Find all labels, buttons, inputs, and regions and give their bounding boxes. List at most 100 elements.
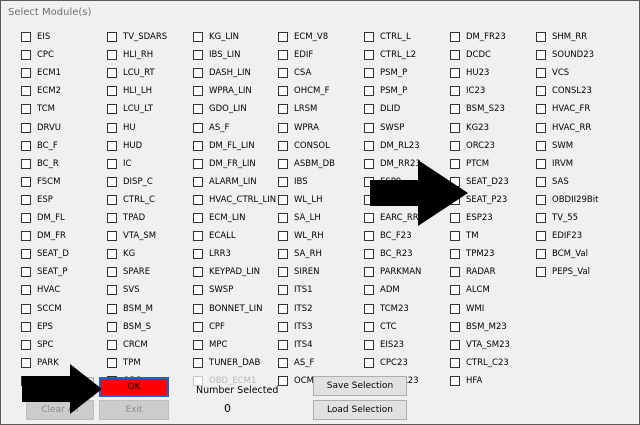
module-checkbox-fscm[interactable]: FSCM	[21, 173, 60, 191]
checkbox-square[interactable]	[278, 231, 288, 242]
module-checkbox-cpc[interactable]: CPC	[21, 46, 54, 64]
checkbox-square[interactable]	[107, 86, 117, 97]
module-checkbox-dm-fr[interactable]: DM_FR	[21, 227, 66, 245]
checkbox-square[interactable]	[278, 375, 288, 386]
module-checkbox-vcs[interactable]: VCS	[536, 64, 569, 82]
module-checkbox-lcu-lt[interactable]: LCU_LT	[107, 100, 153, 118]
module-checkbox-swsp[interactable]: SWSP	[364, 119, 404, 137]
checkbox-square[interactable]	[536, 176, 546, 187]
checkbox-square[interactable]	[450, 122, 460, 133]
module-checkbox-ctc[interactable]: CTC	[364, 318, 397, 336]
checkbox-square[interactable]	[278, 140, 288, 151]
checkbox-square[interactable]	[450, 321, 460, 332]
module-checkbox-disp-c[interactable]: DISP_C	[107, 173, 153, 191]
module-checkbox-asbm-db[interactable]: ASBM_DB	[278, 155, 335, 173]
checkbox-square[interactable]	[193, 140, 203, 151]
checkbox-square[interactable]	[364, 285, 374, 296]
checkbox-square[interactable]	[278, 86, 288, 97]
module-checkbox-ibs-lin[interactable]: IBS_LIN	[193, 46, 240, 64]
module-checkbox-edif23[interactable]: EDIF23	[536, 227, 582, 245]
module-checkbox-bc-f[interactable]: BC_F	[21, 137, 58, 155]
module-checkbox-eis[interactable]: EIS	[21, 28, 50, 46]
ok-button[interactable]: OK	[99, 377, 169, 397]
module-checkbox-eis23[interactable]: EIS23	[364, 336, 404, 354]
checkbox-square[interactable]	[107, 194, 117, 205]
checkbox-square[interactable]	[21, 285, 31, 296]
module-checkbox-psm-p[interactable]: PSM_P	[364, 82, 407, 100]
checkbox-square[interactable]	[193, 158, 203, 169]
module-checkbox-tcm23[interactable]: TCM23	[364, 300, 409, 318]
module-checkbox-wpra-lin[interactable]: WPRA_LIN	[193, 82, 252, 100]
module-checkbox-its3[interactable]: ITS3	[278, 318, 313, 336]
checkbox-square[interactable]	[450, 285, 460, 296]
module-checkbox-dm-rl23[interactable]: DM_RL23	[364, 137, 420, 155]
module-checkbox-sa-lh[interactable]: SA_LH	[278, 209, 321, 227]
module-checkbox-dm-fl[interactable]: DM_FL	[21, 209, 65, 227]
checkbox-square[interactable]	[193, 32, 203, 42]
checkbox-square[interactable]	[450, 375, 460, 386]
module-checkbox-dm-fr-lin[interactable]: DM_FR_LIN	[193, 155, 256, 173]
checkbox-square[interactable]	[107, 140, 117, 151]
module-checkbox-mpc[interactable]: MPC	[193, 336, 227, 354]
module-checkbox-spare[interactable]: SPARE	[107, 263, 150, 281]
checkbox-square[interactable]	[278, 249, 288, 260]
checkbox-square[interactable]	[450, 86, 460, 97]
module-checkbox-tm[interactable]: TM	[450, 227, 479, 245]
module-checkbox-psm-p[interactable]: PSM_P	[364, 64, 407, 82]
module-checkbox-radar[interactable]: RADAR	[450, 263, 496, 281]
checkbox-square[interactable]	[107, 357, 117, 368]
module-checkbox-csa[interactable]: CSA	[278, 64, 311, 82]
module-checkbox-tpm[interactable]: TPM	[107, 354, 141, 372]
module-checkbox-bsm-m[interactable]: BSM_M	[107, 300, 153, 318]
checkbox-square[interactable]	[364, 32, 374, 42]
module-checkbox-hvac-fr[interactable]: HVAC_FR	[536, 100, 590, 118]
module-checkbox-hli-rh[interactable]: HLI_RH	[107, 46, 153, 64]
checkbox-square[interactable]	[364, 249, 374, 260]
module-checkbox-hvac[interactable]: HVAC	[21, 281, 60, 299]
module-checkbox-irvm[interactable]: IRVM	[536, 155, 573, 173]
module-checkbox-wl-rh[interactable]: WL_RH	[278, 227, 324, 245]
checkbox-square[interactable]	[193, 122, 203, 133]
checkbox-square[interactable]	[278, 357, 288, 368]
checkbox-square[interactable]	[107, 303, 117, 314]
checkbox-square[interactable]	[364, 339, 374, 350]
module-checkbox-ecm-v8[interactable]: ECM_V8	[278, 28, 328, 46]
module-checkbox-svs[interactable]: SVS	[107, 281, 140, 299]
checkbox-square[interactable]	[364, 267, 374, 278]
checkbox-square[interactable]	[107, 68, 117, 79]
checkbox-square[interactable]	[536, 158, 546, 169]
checkbox-square[interactable]	[536, 32, 546, 42]
module-checkbox-tcm[interactable]: TCM	[21, 100, 55, 118]
module-checkbox-bc-f23[interactable]: BC_F23	[364, 227, 412, 245]
module-checkbox-hud[interactable]: HUD	[107, 137, 142, 155]
checkbox-square[interactable]	[536, 194, 546, 205]
checkbox-square[interactable]	[450, 339, 460, 350]
checkbox-square[interactable]	[21, 321, 31, 332]
module-checkbox-tv-55[interactable]: TV_55	[536, 209, 578, 227]
module-checkbox-bsm-s[interactable]: BSM_S	[107, 318, 151, 336]
module-checkbox-hli-lh[interactable]: HLI_LH	[107, 82, 152, 100]
checkbox-square[interactable]	[450, 104, 460, 115]
module-checkbox-shm-rr[interactable]: SHM_RR	[536, 28, 587, 46]
checkbox-square[interactable]	[21, 50, 31, 61]
checkbox-square[interactable]	[278, 213, 288, 223]
module-checkbox-alcm[interactable]: ALCM	[450, 281, 490, 299]
module-checkbox-bsm-s23[interactable]: BSM_S23	[450, 100, 505, 118]
module-checkbox-kg[interactable]: KG	[107, 245, 135, 263]
checkbox-square[interactable]	[450, 231, 460, 242]
checkbox-square[interactable]	[536, 249, 546, 260]
checkbox-square[interactable]	[193, 357, 203, 368]
checkbox-square[interactable]	[364, 68, 374, 79]
module-checkbox-ecm2[interactable]: ECM2	[21, 82, 61, 100]
checkbox-square[interactable]	[536, 267, 546, 278]
checkbox-square[interactable]	[193, 267, 203, 278]
module-checkbox-ctrl-c23[interactable]: CTRL_C23	[450, 354, 509, 372]
checkbox-square[interactable]	[21, 249, 31, 260]
module-checkbox-ocm[interactable]: OCM	[278, 372, 314, 390]
checkbox-square[interactable]	[364, 321, 374, 332]
module-checkbox-obdii29bit[interactable]: OBDII29Bit	[536, 191, 598, 209]
checkbox-square[interactable]	[536, 140, 546, 151]
checkbox-square[interactable]	[450, 267, 460, 278]
module-checkbox-tuner-dab[interactable]: TUNER_DAB	[193, 354, 260, 372]
module-checkbox-ecm1[interactable]: ECM1	[21, 64, 61, 82]
